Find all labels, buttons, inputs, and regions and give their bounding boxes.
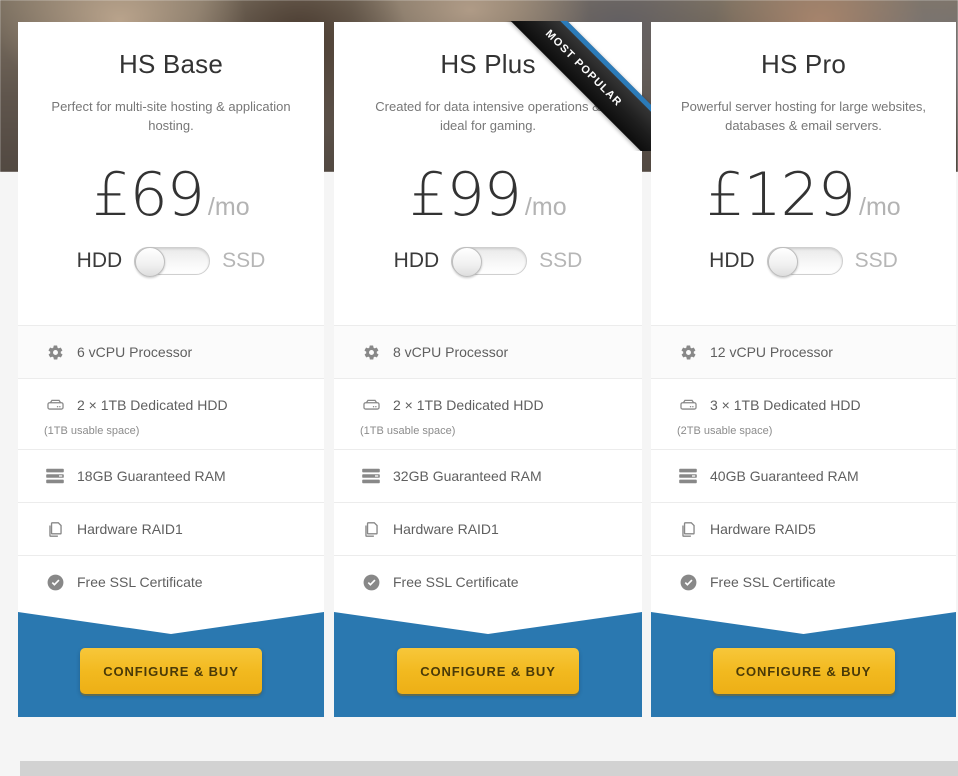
- feature-subtext: (1TB usable space): [44, 425, 140, 437]
- feature-row-cpu: 8 vCPU Processor: [334, 325, 642, 378]
- gear-icon: [44, 341, 66, 363]
- pricing-page: HS Base Perfect for multi-site hosting &…: [0, 0, 958, 776]
- cta-footer: CONFIGURE & BUY: [651, 612, 956, 717]
- plan-title: HS Pro: [760, 49, 846, 79]
- feature-subtext: (2TB usable space): [677, 425, 773, 437]
- plan-title: HS Base: [118, 49, 223, 79]
- price-amount: £69: [92, 160, 205, 230]
- storage-type-toggle[interactable]: HDD SSD: [18, 247, 324, 277]
- feature-label: 2 × 1TB Dedicated HDD: [393, 397, 544, 413]
- price-block: £99/mo: [334, 165, 642, 225]
- feature-label: 8 vCPU Processor: [393, 344, 509, 360]
- price-block: £69/mo: [18, 165, 324, 225]
- toggle-label-hdd[interactable]: HDD: [709, 249, 755, 273]
- configure-and-buy-button[interactable]: CONFIGURE & BUY: [397, 648, 579, 694]
- feature-row-cpu: 6 vCPU Processor: [18, 325, 324, 378]
- card-header: HS Pro Powerful server hosting for large…: [651, 22, 956, 135]
- feature-label: Free SSL Certificate: [77, 574, 203, 590]
- price-block: £129/mo: [651, 165, 956, 225]
- feature-row-raid: Hardware RAID1: [334, 502, 642, 555]
- gear-icon: [360, 341, 382, 363]
- pricing-card-hs-base[interactable]: HS Base Perfect for multi-site hosting &…: [18, 22, 324, 717]
- storage-type-toggle[interactable]: HDD SSD: [651, 247, 956, 277]
- feature-label: 32GB Guaranteed RAM: [393, 468, 542, 484]
- hdd-icon: [677, 394, 699, 416]
- feature-label: Hardware RAID5: [710, 521, 816, 537]
- ram-icon: [44, 465, 66, 487]
- feature-label: Hardware RAID1: [77, 521, 183, 537]
- hdd-ssd-switch[interactable]: [766, 247, 843, 277]
- switch-knob[interactable]: [452, 247, 483, 277]
- feature-row-cpu: 12 vCPU Processor: [651, 325, 956, 378]
- switch-knob[interactable]: [767, 247, 798, 277]
- price-amount: £99: [409, 160, 522, 230]
- hdd-ssd-switch[interactable]: [134, 247, 211, 277]
- raid-icon: [44, 518, 66, 540]
- feature-label: 2 × 1TB Dedicated HDD: [77, 397, 228, 413]
- price-amount: £129: [706, 160, 856, 230]
- pricing-card-hs-plus[interactable]: HS Plus Created for data intensive opera…: [334, 21, 684, 717]
- toggle-label-ssd[interactable]: SSD: [539, 249, 582, 273]
- toggle-label-hdd[interactable]: HDD: [394, 249, 440, 273]
- page-bottom-bar: [20, 761, 958, 776]
- feature-row-raid: Hardware RAID5: [651, 502, 956, 555]
- cta-footer: CONFIGURE & BUY: [18, 612, 324, 717]
- toggle-label-ssd[interactable]: SSD: [855, 249, 898, 273]
- feature-row-ram: 18GB Guaranteed RAM: [18, 449, 324, 502]
- raid-icon: [360, 518, 382, 540]
- feature-row-hdd: 2 × 1TB Dedicated HDD (1TB usable space): [334, 378, 642, 449]
- toggle-label-hdd[interactable]: HDD: [77, 249, 123, 273]
- ram-icon: [677, 465, 699, 487]
- check-circle-icon: [677, 571, 699, 593]
- ram-icon: [360, 465, 382, 487]
- feature-list: 12 vCPU Processor 3 × 1TB Dedicated HDD …: [651, 325, 956, 608]
- feature-row-ssl: Free SSL Certificate: [18, 555, 324, 608]
- switch-knob[interactable]: [135, 247, 166, 277]
- plan-description: Powerful server hosting for large websit…: [681, 99, 926, 133]
- price-period: /mo: [207, 193, 250, 221]
- feature-row-raid: Hardware RAID1: [18, 502, 324, 555]
- plan-title: HS Plus: [440, 49, 536, 79]
- storage-type-toggle[interactable]: HDD SSD: [334, 247, 642, 277]
- feature-list: 8 vCPU Processor 2 × 1TB Dedicated HDD (…: [334, 325, 642, 608]
- feature-label: Free SSL Certificate: [710, 574, 836, 590]
- plan-description: Perfect for multi-site hosting & applica…: [51, 99, 291, 133]
- card-header: HS Base Perfect for multi-site hosting &…: [18, 22, 324, 135]
- configure-and-buy-button[interactable]: CONFIGURE & BUY: [712, 648, 895, 694]
- feature-label: Hardware RAID1: [393, 521, 499, 537]
- gear-icon: [677, 341, 699, 363]
- feature-row-hdd: 2 × 1TB Dedicated HDD (1TB usable space): [18, 378, 324, 449]
- feature-label: Free SSL Certificate: [393, 574, 519, 590]
- feature-label: 18GB Guaranteed RAM: [77, 468, 226, 484]
- feature-label: 12 vCPU Processor: [710, 344, 833, 360]
- hdd-ssd-switch[interactable]: [451, 247, 528, 277]
- feature-row-ssl: Free SSL Certificate: [334, 555, 642, 608]
- feature-row-ssl: Free SSL Certificate: [651, 555, 956, 608]
- feature-list: 6 vCPU Processor 2 × 1TB Dedicated HDD (…: [18, 325, 324, 608]
- feature-row-hdd: 3 × 1TB Dedicated HDD (2TB usable space): [651, 378, 956, 449]
- feature-label: 3 × 1TB Dedicated HDD: [710, 397, 861, 413]
- cta-footer: CONFIGURE & BUY: [334, 612, 642, 717]
- feature-subtext: (1TB usable space): [360, 425, 456, 437]
- plan-description: Created for data intensive operations & …: [375, 99, 601, 133]
- price-period: /mo: [524, 193, 567, 221]
- card-header: HS Plus Created for data intensive opera…: [334, 22, 642, 135]
- feature-label: 6 vCPU Processor: [77, 344, 193, 360]
- hdd-icon: [44, 394, 66, 416]
- raid-icon: [677, 518, 699, 540]
- check-circle-icon: [360, 571, 382, 593]
- feature-label: 40GB Guaranteed RAM: [710, 468, 859, 484]
- configure-and-buy-button[interactable]: CONFIGURE & BUY: [80, 648, 262, 694]
- hdd-icon: [360, 394, 382, 416]
- check-circle-icon: [44, 571, 66, 593]
- pricing-card-hs-pro[interactable]: HS Pro Powerful server hosting for large…: [651, 22, 956, 717]
- feature-row-ram: 40GB Guaranteed RAM: [651, 449, 956, 502]
- feature-row-ram: 32GB Guaranteed RAM: [334, 449, 642, 502]
- toggle-label-ssd[interactable]: SSD: [222, 249, 265, 273]
- price-period: /mo: [859, 193, 901, 221]
